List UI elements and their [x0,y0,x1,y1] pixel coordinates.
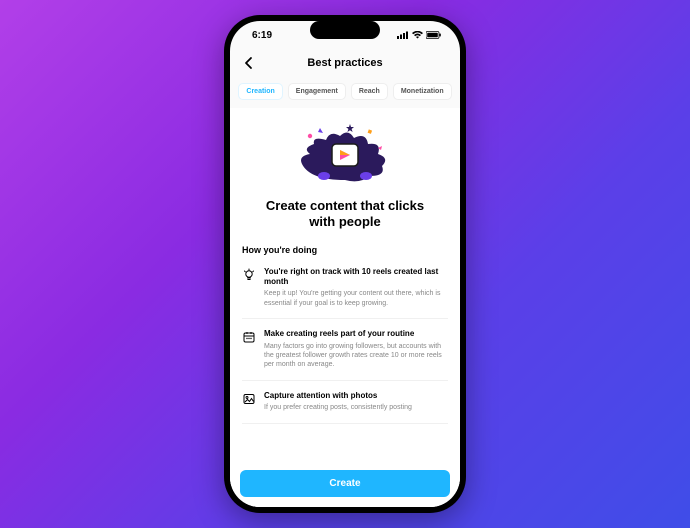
tab-monetization[interactable]: Monetization [393,83,452,100]
item-desc: Many factors go into growing followers, … [264,342,448,370]
cta-container: Create [230,462,460,507]
item-title: Capture attention with photos [264,391,448,401]
calendar-icon [242,330,256,344]
burst-icon [290,118,400,190]
tabs-row: Creation Engagement Reach Monetization [230,77,460,108]
section-title: How you're doing [242,245,448,255]
item-text: You're right on track with 10 reels crea… [264,267,448,309]
hero-illustration [242,114,448,198]
list-item: Capture attention with photos If you pre… [242,385,448,424]
signal-icon [397,31,409,39]
tab-reach[interactable]: Reach [351,83,388,100]
item-title: Make creating reels part of your routine [264,329,448,339]
status-icons [397,31,442,39]
wifi-icon [412,31,423,39]
page-header: Best practices [230,49,460,77]
status-time: 6:19 [252,30,272,41]
lightbulb-icon [242,268,256,282]
phone-notch [310,21,380,39]
hero-title: Create content that clicks with people [242,198,448,245]
page-title: Best practices [307,57,382,69]
item-desc: Keep it up! You're getting your content … [264,289,448,308]
battery-icon [426,31,442,39]
tab-creation[interactable]: Creation [238,83,282,100]
phone-screen: 6:19 Best practices Creation Engagement … [230,21,460,507]
list-item: You're right on track with 10 reels crea… [242,261,448,320]
phone-frame: 6:19 Best practices Creation Engagement … [224,15,466,513]
back-button[interactable] [240,54,258,72]
item-text: Make creating reels part of your routine… [264,329,448,370]
photo-icon [242,392,256,406]
tab-engagement[interactable]: Engagement [288,83,346,100]
content-area: Create content that clicks with people H… [230,108,460,507]
item-title: You're right on track with 10 reels crea… [264,267,448,288]
create-button[interactable]: Create [240,470,450,497]
chevron-left-icon [242,56,256,70]
item-text: Capture attention with photos If you pre… [264,391,448,413]
item-desc: If you prefer creating posts, consistent… [264,403,448,412]
list-item: Make creating reels part of your routine… [242,323,448,381]
